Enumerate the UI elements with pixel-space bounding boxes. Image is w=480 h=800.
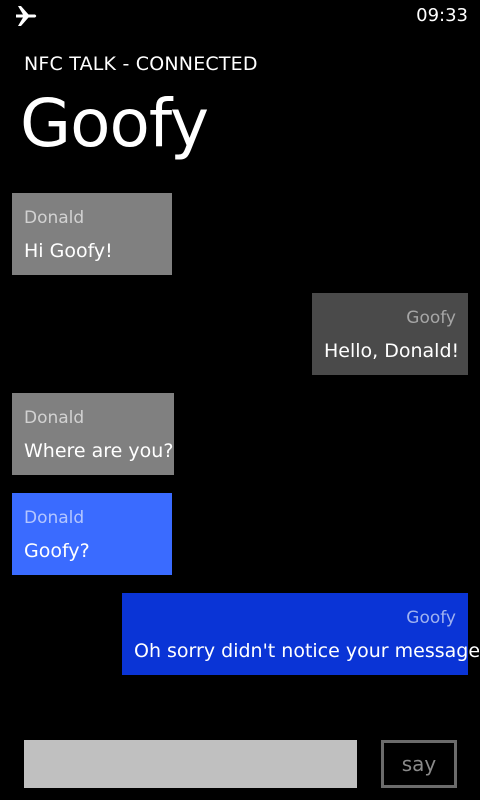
message-sender: Donald (24, 208, 85, 228)
message-text: Hi Goofy! (24, 240, 113, 262)
message-sender: Goofy (406, 608, 456, 628)
message-bubble: Goofy Oh sorry didn't notice your messag… (122, 593, 480, 675)
message-text: Goofy? (24, 540, 90, 562)
message-text: Hello, Donald! (324, 340, 460, 362)
say-button[interactable]: say (381, 740, 457, 788)
message-bubble: Donald Where are you? (12, 393, 174, 475)
message-bubble: Goofy Hello, Donald! (312, 293, 468, 375)
message-input[interactable] (24, 740, 357, 788)
message-text: Oh sorry didn't notice your message! (134, 640, 480, 662)
message-sender: Donald (24, 508, 85, 528)
message-bubble: Donald Goofy? (12, 493, 172, 575)
message-sender: Goofy (406, 308, 456, 328)
message-bubble: Donald Hi Goofy! (12, 193, 172, 275)
message-sender: Donald (24, 408, 85, 428)
message-text: Where are you? (24, 440, 174, 462)
message-list: Donald Hi Goofy! Goofy Hello, Donald! Do… (0, 0, 480, 800)
